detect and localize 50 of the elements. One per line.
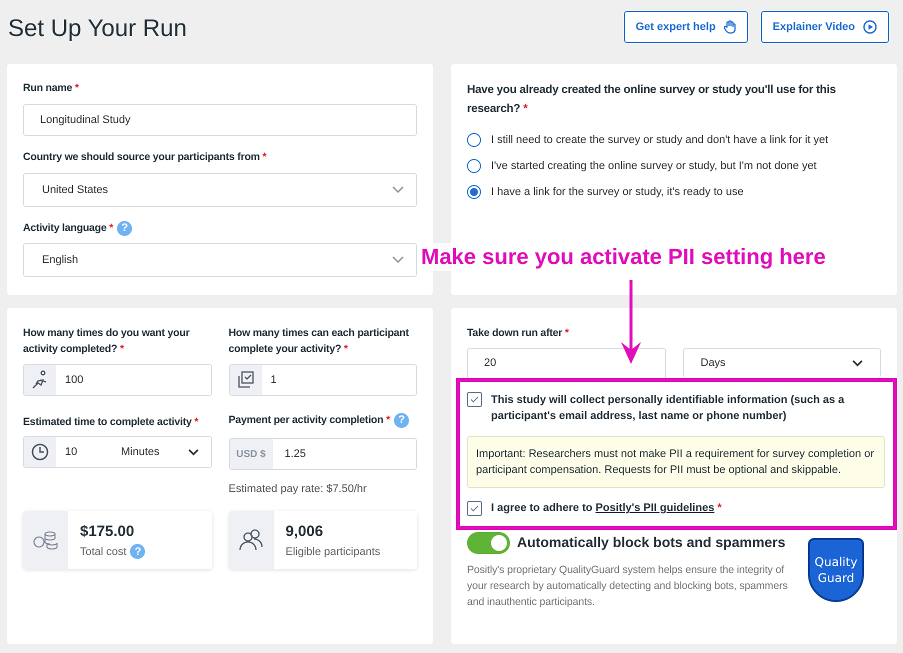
chevron-down-icon — [392, 256, 404, 264]
stat-value: $175.00 — [80, 522, 136, 540]
radio-option[interactable]: I still need to create the survey or study and don't have a link for it yet — [467, 127, 881, 153]
pay-rate-text: Estimated pay rate: $7.50/hr — [228, 482, 368, 497]
checkbox[interactable] — [467, 500, 482, 516]
radio-option[interactable]: I have a link for the survey or study, it's ready to use — [467, 179, 881, 205]
field-label: Activity language * — [23, 222, 114, 234]
field-label: Country we should source your participants from * — [23, 151, 266, 163]
hand-icon — [724, 20, 736, 34]
guidelines-link[interactable]: Positly's PII guidelines — [596, 502, 714, 514]
header-button[interactable]: Get expert help — [624, 11, 748, 43]
checkmark-icon — [470, 396, 479, 403]
coins-icon — [32, 530, 58, 550]
checkbox-label: I agree to adhere to — [491, 502, 592, 514]
clock-icon — [31, 443, 49, 461]
duration-field[interactable]: 10 Minutes — [23, 436, 212, 468]
copy-check-icon — [236, 370, 256, 390]
field-label: Estimated time to complete activity * — [23, 416, 198, 428]
field-label: Run name * — [23, 82, 79, 94]
checkmark-icon — [470, 504, 479, 512]
stat-label: Total cost — [80, 544, 126, 560]
chevron-down-icon — [188, 448, 198, 456]
country-select[interactable]: United States — [23, 173, 417, 207]
page-title: Set Up Your Run — [8, 14, 187, 44]
description-text: Positly's proprietary QualityGuard system helps ensure the integrity of your research by automatically detecting and blocking bots, spammers and inauthentic participants. — [467, 562, 789, 610]
header-button[interactable]: Explainer Video — [760, 11, 889, 43]
chevron-down-icon — [852, 360, 863, 367]
question-label: Have you already created the online survey or study you'll use for this research? * — [467, 84, 836, 115]
toggle-label: Automatically block bots and spammers — [517, 533, 786, 552]
notice-text: Important: Researchers must not make PII a requirement for survey completion or participant compensation. Requests for PII must be optional and skippable. — [467, 436, 885, 488]
checkbox[interactable] — [467, 392, 482, 407]
chevron-down-icon — [392, 186, 404, 194]
people-icon — [239, 528, 263, 550]
payment-field[interactable]: USD $ 1.25 — [228, 438, 417, 470]
quality-guard-logo: Quality Guard — [808, 538, 864, 602]
toggle-switch[interactable] — [467, 532, 510, 554]
text-field[interactable]: 100 — [23, 364, 212, 396]
field-label: How many times can each participant complete your activity? * — [228, 327, 409, 355]
text-field[interactable]: Longitudinal Study — [23, 104, 417, 136]
field-label: Take down run after * — [467, 327, 569, 339]
text-field[interactable]: 1 — [228, 364, 417, 396]
field-label: Payment per activity completion * — [228, 414, 390, 426]
radio-option[interactable]: I've started creating the online survey or study, but I'm not done yet — [467, 153, 881, 179]
stat-label: Eligible participants — [286, 544, 380, 560]
stat-value: 9,006 — [286, 522, 324, 540]
checkbox-label: This study will collect personally identifiable information (such as a participant's email address, last name or phone number) — [491, 393, 846, 424]
highlight-frame: This study will collect personally identifiable information (such as a participant's email address, last name or phone number) Important: Researchers must not make PII a requirement for survey completion or participant compensation. Requests for PII must be optional and skippable. I agree to adhere to Positly's PII guidelines * — [456, 378, 897, 530]
language-select[interactable]: English — [23, 243, 417, 277]
field-label: How many times do you want your activity completed? * — [23, 327, 190, 355]
play-icon — [863, 20, 877, 34]
